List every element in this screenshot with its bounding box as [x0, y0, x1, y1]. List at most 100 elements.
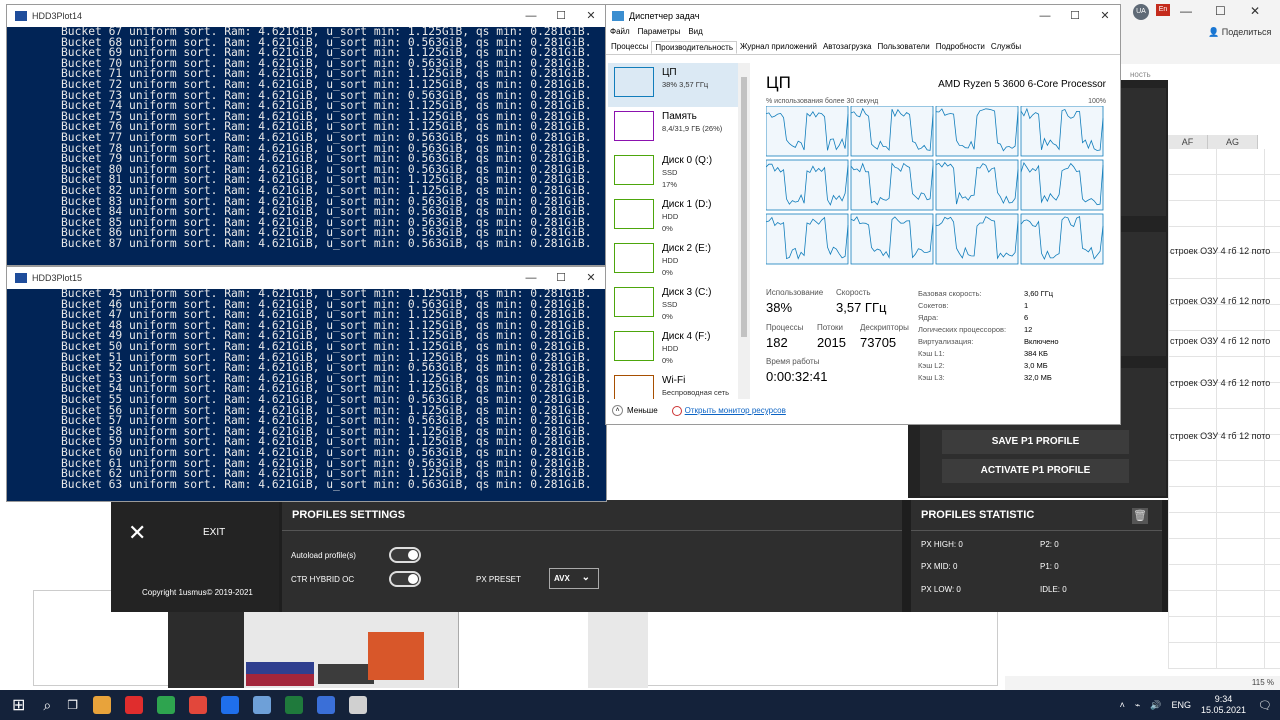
resource-item[interactable]: Диск 4 (F:) HDD 0%: [608, 327, 738, 371]
notifications-icon[interactable]: 🗨: [1258, 699, 1272, 712]
autoload-toggle[interactable]: [389, 547, 421, 563]
cell-text[interactable]: строек ОЗУ 4 гб 12 пото: [1170, 336, 1270, 346]
column-header-af[interactable]: AF: [1168, 135, 1208, 149]
volume-icon[interactable]: 🔊: [1150, 700, 1161, 711]
search-icon[interactable]: ⌕: [43, 697, 51, 714]
menu-file[interactable]: Файл: [610, 27, 630, 41]
maximize-icon[interactable]: ☐: [1215, 4, 1226, 18]
resource-name: ЦП: [662, 67, 677, 78]
close-icon[interactable]: ✕: [1090, 5, 1120, 27]
cpu-specs: Базовая скорость: 3,60 ГГц Сокетов: 1 Ядра: 6…: [918, 288, 1106, 384]
task-view-icon[interactable]: ❐: [67, 698, 78, 712]
resource-item[interactable]: Память 8,4/31,9 ГБ (26%): [608, 107, 738, 151]
maximize-icon[interactable]: ☐: [1060, 5, 1090, 27]
taskbar-app-icon[interactable]: [253, 696, 272, 714]
minimize-icon[interactable]: —: [1030, 5, 1060, 27]
save-profile-button[interactable]: SAVE P1 PROFILE: [942, 430, 1129, 454]
clock[interactable]: 9:34 15.05.2021: [1201, 694, 1246, 716]
resource-item[interactable]: Wi-Fi Беспроводная сеть: [608, 371, 738, 399]
resource-detail: HDD: [662, 256, 679, 265]
tab-users[interactable]: Пользователи: [874, 41, 932, 54]
resource-item[interactable]: Диск 0 (Q:) SSD 17%: [608, 151, 738, 195]
zoom-level[interactable]: 115 %: [1252, 678, 1274, 687]
maximize-icon[interactable]: ☐: [546, 5, 576, 27]
taskbar-app-icon[interactable]: [93, 696, 112, 714]
column-header-ag[interactable]: AG: [1208, 135, 1258, 149]
tab-performance[interactable]: Производительность: [651, 41, 737, 54]
excel-status-bar: 115 %: [1005, 676, 1280, 690]
ctr-hybrid-toggle[interactable]: [389, 571, 421, 587]
tab-services[interactable]: Службы: [988, 41, 1024, 54]
task-manager-window[interactable]: Диспетчер задач — ☐ ✕ Файл Параметры Вид П…: [605, 4, 1121, 425]
minimize-icon[interactable]: —: [516, 267, 546, 289]
console-window-plot15[interactable]: HDD3Plot15 — ☐ ✕ Bucket 45 uniform sort. R…: [6, 266, 607, 502]
tab-startup[interactable]: Автозагрузка: [820, 41, 875, 54]
avatar[interactable]: UA: [1133, 4, 1149, 20]
taskbar-app-icon[interactable]: [157, 696, 176, 714]
tab-app-history[interactable]: Журнал приложений: [737, 41, 820, 54]
resource-thumbnail: [614, 199, 654, 229]
cell-text[interactable]: строек ОЗУ 4 гб 12 пото: [1170, 431, 1270, 441]
cell-text[interactable]: строек ОЗУ 4 гб 12 пото: [1170, 296, 1270, 306]
share-button[interactable]: 👤 Поделиться: [1208, 27, 1271, 38]
spec-value: Включено: [1024, 337, 1059, 346]
maximize-icon[interactable]: ☐: [546, 267, 576, 289]
resource-item[interactable]: Диск 3 (C:) SSD 0%: [608, 283, 738, 327]
resource-item[interactable]: Диск 1 (D:) HDD 0%: [608, 195, 738, 239]
minimize-icon[interactable]: —: [1180, 4, 1192, 18]
taskbar-app-icon[interactable]: [349, 696, 368, 714]
network-icon[interactable]: ⌁: [1135, 700, 1140, 711]
resource-labels: Диск 1 (D:) HDD 0%: [662, 199, 712, 234]
task-manager-title-bar[interactable]: Диспетчер задач — ☐ ✕: [606, 5, 1120, 27]
close-icon[interactable]: ✕: [576, 267, 606, 289]
activate-profile-button[interactable]: ACTIVATE P1 PROFILE: [942, 459, 1129, 483]
menu-view[interactable]: Вид: [688, 27, 702, 41]
autoload-label: Autoload profile(s): [291, 551, 356, 560]
console-line: Bucket 87 uniform sort. Ram: 4.621GiB, u…: [61, 236, 592, 250]
taskbar-app-icon[interactable]: [285, 696, 304, 714]
trash-icon[interactable]: 🗑: [1132, 508, 1148, 524]
scrollbar[interactable]: [738, 63, 750, 399]
spreadsheet-grid[interactable]: [1168, 149, 1280, 669]
chevron-up-icon[interactable]: ˄: [612, 405, 623, 416]
cell-text[interactable]: строек ОЗУ 4 гб 12 пото: [1170, 246, 1270, 256]
spec-row: Базовая скорость: 3,60 ГГц: [918, 288, 1106, 300]
speed-value: 3,57 ГГц: [836, 300, 887, 315]
taskbar-app-icon[interactable]: [221, 696, 240, 714]
resource-item[interactable]: Диск 2 (E:) HDD 0%: [608, 239, 738, 283]
console-window-plot14[interactable]: HDD3Plot14 — ☐ ✕ Bucket 67 uniform sort. R…: [6, 4, 607, 266]
resource-list: ЦП 38% 3,57 ГГц Память 8,4/31,9 ГБ (26%) Дис…: [608, 63, 738, 399]
core-graph: [766, 213, 849, 265]
close-icon[interactable]: ✕: [576, 5, 606, 27]
console-output[interactable]: Bucket 45 uniform sort. Ram: 4.621GiB, u…: [7, 289, 606, 501]
px-preset-select[interactable]: AVX ⌄: [549, 568, 599, 589]
console-title-bar[interactable]: HDD3Plot15 — ☐ ✕: [7, 267, 606, 289]
usage-value: 38%: [766, 300, 793, 315]
resource-item[interactable]: ЦП 38% 3,57 ГГц: [608, 63, 738, 107]
open-resource-monitor-link[interactable]: Открыть монитор ресурсов: [685, 406, 786, 415]
language-indicator[interactable]: ENG: [1171, 700, 1191, 710]
menu-options[interactable]: Параметры: [638, 27, 681, 41]
tab-processes[interactable]: Процессы: [608, 41, 651, 54]
console-output[interactable]: Bucket 67 uniform sort. Ram: 4.621GiB, u…: [7, 27, 606, 265]
console-title-bar[interactable]: HDD3Plot14 — ☐ ✕: [7, 5, 606, 27]
resource-detail: 0%: [662, 356, 673, 365]
exit-button[interactable]: EXIT: [203, 527, 225, 538]
resource-labels: Память 8,4/31,9 ГБ (26%): [662, 111, 722, 134]
stat-px-mid: PX MID: 0: [921, 562, 958, 571]
tray-chevron-icon[interactable]: ˄: [1120, 700, 1125, 710]
taskbar-app-icon[interactable]: [189, 696, 208, 714]
minimize-icon[interactable]: —: [516, 5, 546, 27]
windows-start-icon[interactable]: ⊞: [12, 695, 25, 715]
resource-detail: SSD: [662, 168, 678, 177]
resource-name: Wi-Fi: [662, 375, 686, 386]
taskbar-app-icon[interactable]: [317, 696, 336, 714]
cell-text[interactable]: строек ОЗУ 4 гб 12 пото: [1170, 378, 1270, 388]
fewer-details-link[interactable]: Меньше: [627, 406, 658, 415]
tab-details[interactable]: Подробности: [933, 41, 988, 54]
taskbar-app-icon[interactable]: [125, 696, 144, 714]
close-app-icon[interactable]: ✕: [128, 522, 146, 544]
cpu-core-graphs[interactable]: [766, 106, 1106, 270]
divider: [911, 530, 1162, 531]
close-icon[interactable]: ✕: [1250, 4, 1260, 18]
